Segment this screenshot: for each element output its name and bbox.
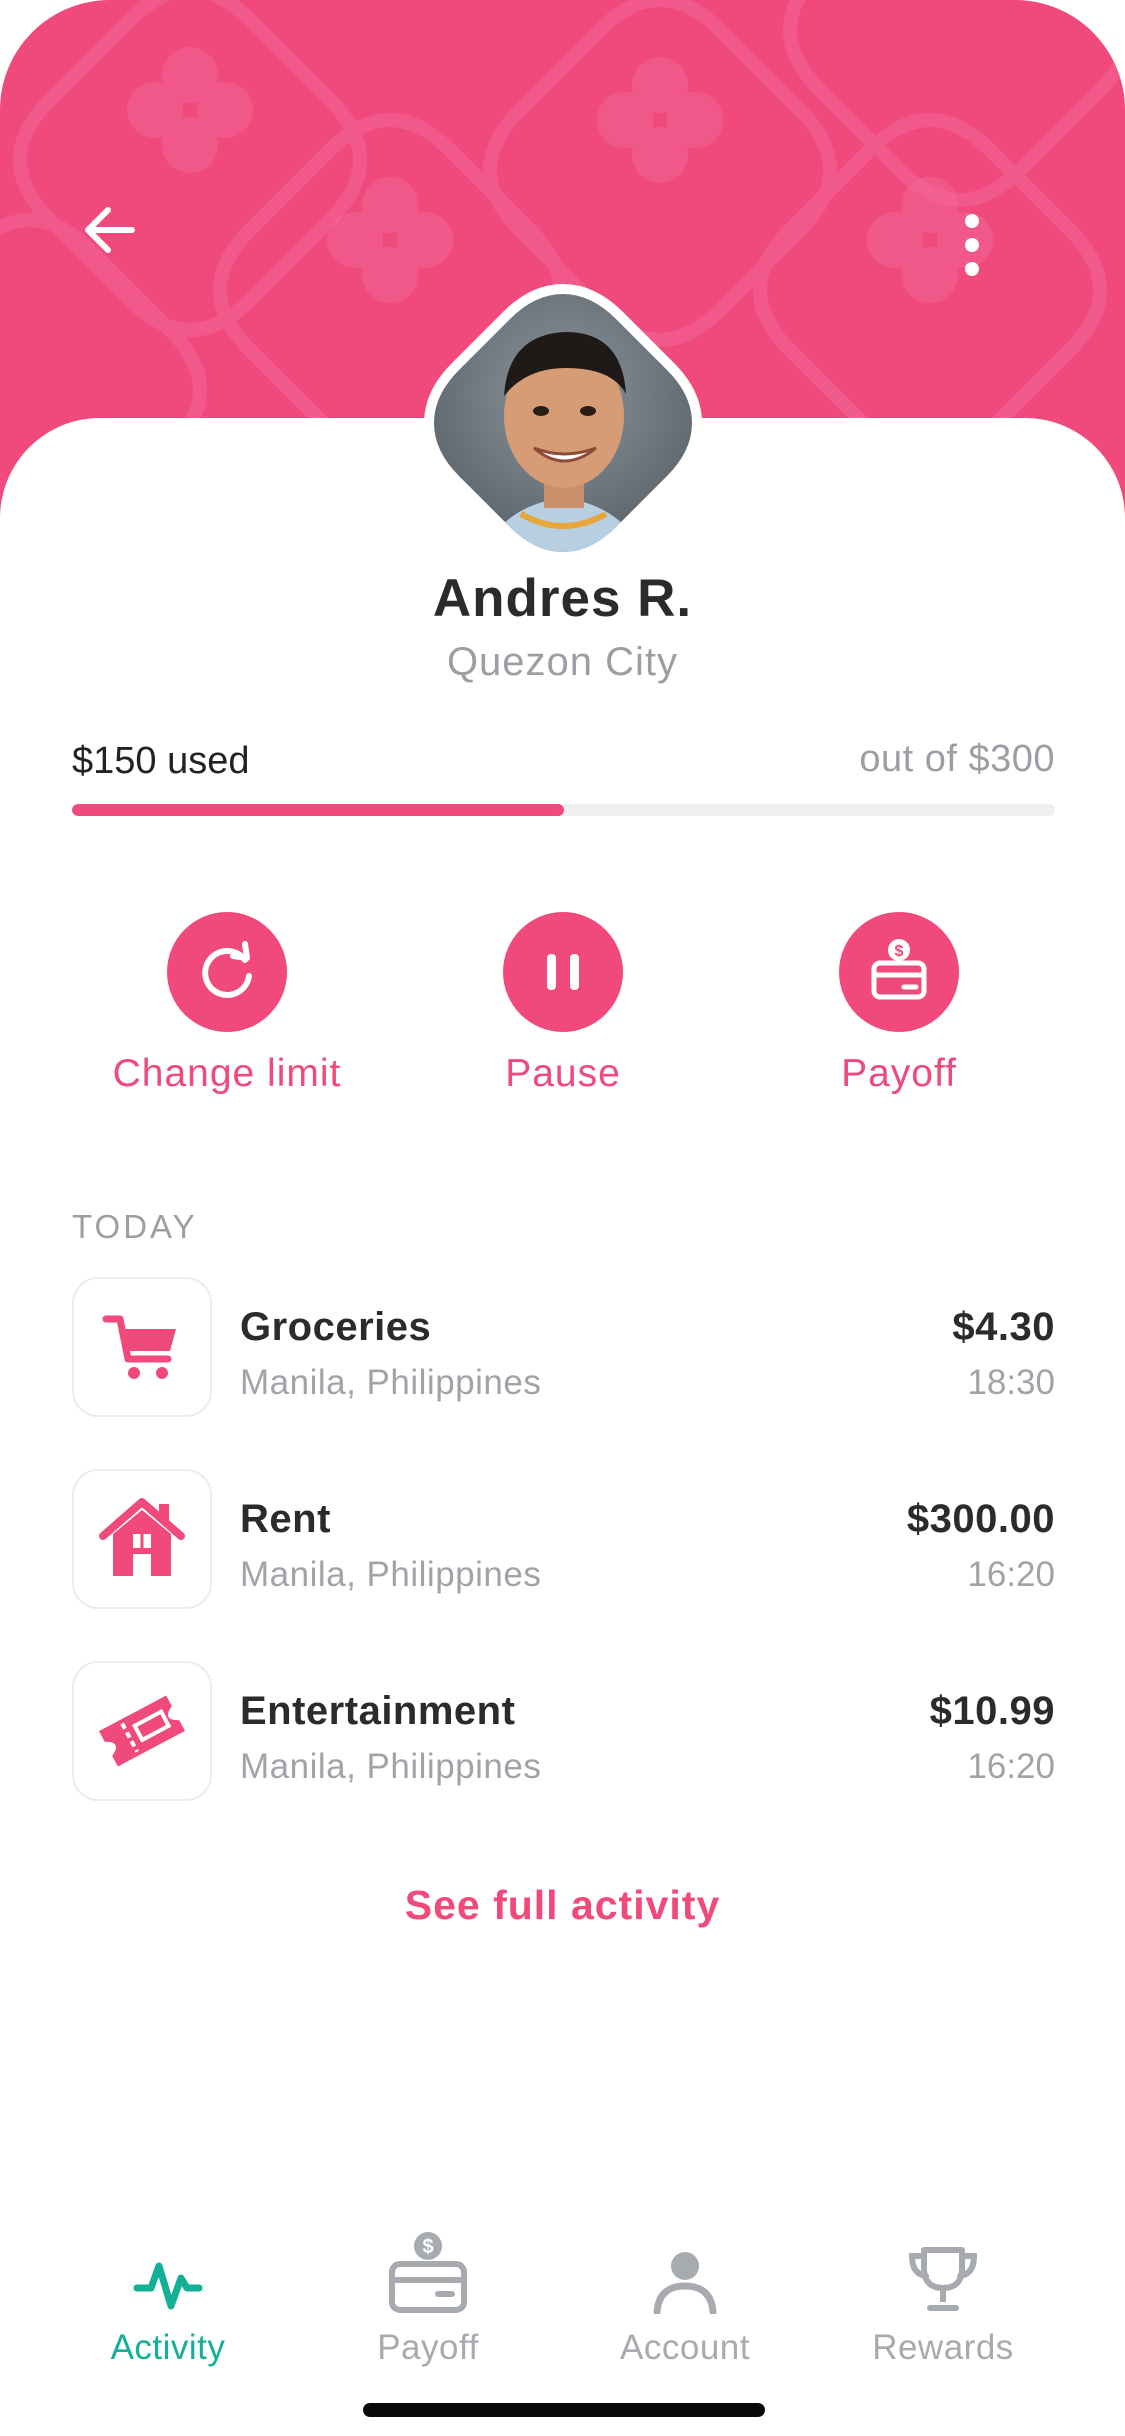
user-icon	[653, 2252, 717, 2314]
svg-text:$: $	[895, 943, 904, 960]
tab-label: Rewards	[872, 2328, 1014, 2367]
see-full-activity-link[interactable]: See full activity	[0, 1882, 1125, 1929]
transaction-amount: $4.30	[952, 1305, 1055, 1349]
refresh-icon	[202, 941, 252, 998]
cart-icon	[102, 1315, 176, 1379]
svg-text:$: $	[422, 2236, 433, 2258]
transaction-location: Manila, Philippines	[240, 1747, 542, 1786]
transaction-category: Entertainment	[240, 1689, 516, 1733]
credit-usage-progress	[72, 804, 1055, 816]
tab-activity[interactable]: Activity	[38, 2230, 298, 2368]
action-circle	[167, 912, 287, 1032]
house-icon	[99, 1498, 185, 1576]
credit-usage-progress-fill	[72, 804, 564, 816]
tab-account[interactable]: Account	[555, 2230, 815, 2368]
tab-rewards[interactable]: Rewards	[813, 2230, 1073, 2368]
pause-icon	[547, 954, 579, 990]
transaction-time: 18:30	[967, 1363, 1055, 1402]
pause-button[interactable]: Pause	[393, 912, 733, 1096]
trophy-icon	[908, 2247, 978, 2311]
credit-limit-label: out of $300	[859, 738, 1055, 780]
transaction-icon-tile	[72, 1469, 212, 1609]
action-circle	[503, 912, 623, 1032]
content-sheet	[0, 418, 1125, 2436]
pause-label: Pause	[505, 1052, 621, 1095]
transaction-amount: $300.00	[906, 1497, 1055, 1541]
more-options-button[interactable]	[932, 200, 1012, 290]
profile-name: Andres R.	[432, 569, 693, 628]
back-button[interactable]	[70, 190, 150, 270]
transaction-location: Manila, Philippines	[240, 1555, 542, 1594]
tab-label: Activity	[110, 2328, 226, 2367]
payoff-label: Payoff	[841, 1052, 957, 1095]
arrow-left-icon	[85, 207, 135, 253]
transaction-icon-tile	[72, 1277, 212, 1417]
tab-label: Payoff	[377, 2328, 479, 2367]
transaction-row-rent[interactable]: Rent Manila, Philippines $300.00 16:20	[72, 1469, 1055, 1614]
card-dollar-icon: $	[389, 2232, 467, 2313]
credit-used-label: $150 used	[72, 740, 250, 782]
ticket-icon	[99, 1695, 185, 1767]
transaction-category: Groceries	[240, 1305, 432, 1349]
transaction-time: 16:20	[967, 1747, 1055, 1786]
transaction-row-groceries[interactable]: Groceries Manila, Philippines $4.30 18:3…	[72, 1277, 1055, 1422]
more-vertical-icon	[965, 214, 979, 276]
avatar[interactable]	[416, 276, 710, 570]
payoff-button[interactable]: $ Payoff	[729, 912, 1069, 1096]
transaction-row-entertainment[interactable]: Entertainment Manila, Philippines $10.99…	[72, 1661, 1055, 1806]
change-limit-label: Change limit	[112, 1052, 342, 1095]
action-circle: $	[839, 912, 959, 1032]
home-indicator	[363, 2403, 765, 2417]
transaction-time: 16:20	[967, 1555, 1055, 1594]
bottom-tab-bar: Activity $ Payoff Account Rewards	[0, 2230, 1125, 2430]
transaction-icon-tile	[72, 1661, 212, 1801]
tab-payoff[interactable]: $ Payoff	[298, 2230, 558, 2368]
change-limit-button[interactable]: Change limit	[57, 912, 397, 1096]
section-header-today: TODAY	[72, 1208, 198, 1245]
card-dollar-icon: $	[871, 939, 927, 1000]
tab-label: Account	[620, 2328, 750, 2367]
transaction-amount: $10.99	[929, 1689, 1055, 1733]
transaction-location: Manila, Philippines	[240, 1363, 542, 1402]
profile-location: Quezon City	[446, 640, 679, 684]
activity-icon	[133, 2262, 203, 2310]
transaction-category: Rent	[240, 1497, 331, 1541]
